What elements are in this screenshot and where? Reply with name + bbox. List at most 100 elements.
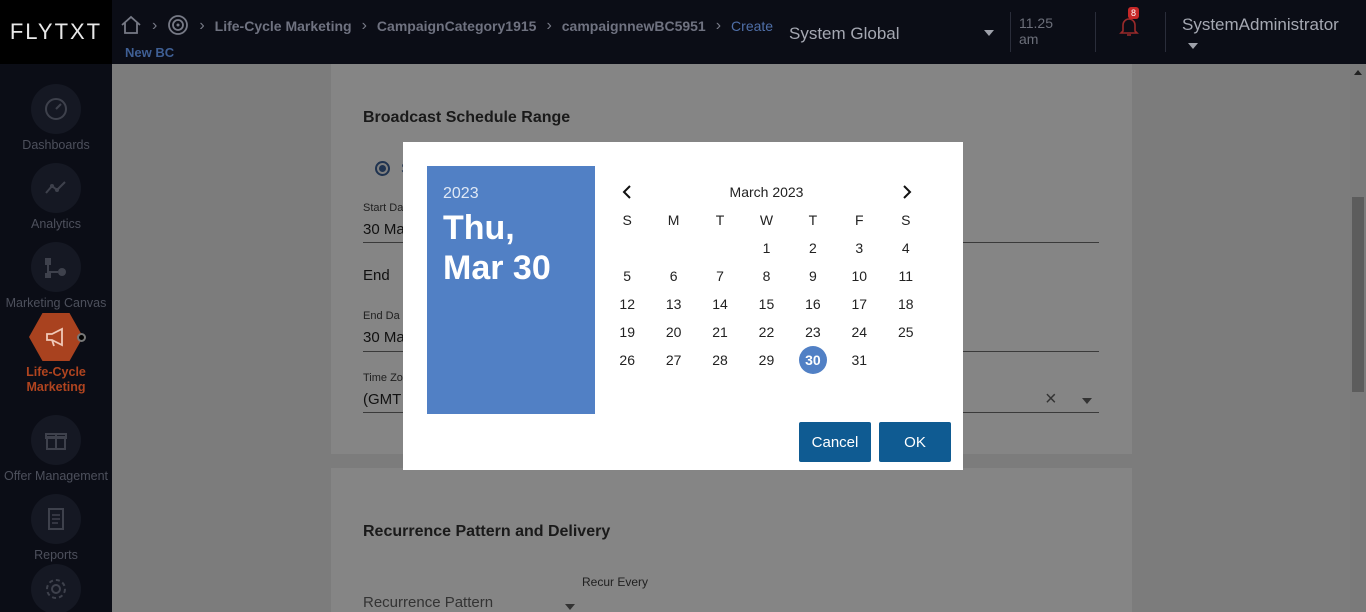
calendar-day-selected[interactable]: 30 — [790, 346, 836, 374]
sidebar-item-settings[interactable] — [0, 564, 112, 612]
calendar-day[interactable]: 16 — [790, 290, 836, 318]
calendar-day-label: 26 — [619, 352, 635, 368]
user-menu[interactable]: SystemAdministrator — [1182, 15, 1339, 35]
calendar-day[interactable]: 2 — [790, 234, 836, 262]
sidebar-item-analytics[interactable]: Analytics — [0, 163, 112, 231]
calendar-day-label: 17 — [851, 296, 868, 312]
calendar-day[interactable]: 20 — [650, 318, 696, 346]
chevron-left-icon[interactable] — [618, 182, 638, 202]
sidebar-item-label: Dashboards — [22, 138, 90, 152]
calendar-day[interactable]: 27 — [650, 346, 696, 374]
calendar-day[interactable]: 24 — [836, 318, 882, 346]
empty-day — [697, 234, 743, 262]
calendar-day[interactable]: 31 — [836, 346, 882, 374]
calendar-day[interactable]: 18 — [883, 290, 929, 318]
selected-year[interactable]: 2023 — [443, 185, 479, 203]
weekday-row: SMTWTFS — [604, 212, 929, 228]
sidebar-item-offer-management[interactable]: Offer Management — [0, 415, 112, 483]
canvas-icon — [31, 242, 81, 292]
sidebar-item-dashboards[interactable]: Dashboards — [0, 84, 112, 152]
calendar-day[interactable]: 3 — [836, 234, 882, 262]
selected-date: Thu, Mar 30 — [443, 208, 593, 288]
weekday-label: S — [622, 212, 632, 228]
calendar-day-label: 6 — [669, 268, 678, 284]
app-logo[interactable]: FLYTXT — [0, 0, 112, 64]
schedule-radio[interactable] — [375, 161, 390, 176]
cancel-button[interactable]: Cancel — [799, 422, 871, 462]
calendar-day[interactable]: 28 — [697, 346, 743, 374]
section-title: Recurrence Pattern and Delivery — [363, 523, 611, 540]
calendar-day[interactable]: 4 — [883, 234, 929, 262]
calendar-day-label: 15 — [758, 296, 775, 312]
scroll-up-icon[interactable] — [1354, 70, 1362, 75]
chevron-down-icon[interactable] — [1082, 398, 1092, 404]
clock-period: am — [1019, 31, 1039, 47]
calendar-day[interactable]: 7 — [697, 262, 743, 290]
org-selector[interactable]: System Global — [789, 24, 900, 44]
recurrence-pattern-select[interactable]: Recurrence Pattern — [363, 594, 493, 611]
calendar-day[interactable]: 5 — [604, 262, 650, 290]
weekday-label: F — [855, 212, 864, 228]
breadcrumb-item[interactable]: campaignnewBC5951 — [562, 18, 706, 34]
calendar-day[interactable]: 23 — [790, 318, 836, 346]
calendar-day-label: 24 — [851, 324, 868, 340]
sidebar-item-label: Analytics — [30, 217, 82, 231]
divider — [1010, 12, 1011, 52]
calendar-day-label: 19 — [619, 324, 635, 340]
sidebar-item-marketing-canvas[interactable]: Marketing Canvas — [0, 242, 112, 310]
end-date-label: End Da — [363, 310, 400, 322]
calendar-day-label: 18 — [897, 296, 914, 312]
calendar-day[interactable]: 26 — [604, 346, 650, 374]
scrollbar[interactable] — [1350, 64, 1366, 612]
selected-month-day: Mar 30 — [443, 249, 551, 287]
chevron-right-icon[interactable] — [896, 182, 916, 202]
calendar-day[interactable]: 25 — [883, 318, 929, 346]
calendar-day-label: 30 — [798, 346, 827, 374]
calendar-day-label: 29 — [758, 352, 775, 368]
calendar-day[interactable]: 19 — [604, 318, 650, 346]
calendar-day-label: 1 — [762, 240, 771, 256]
chevron-down-icon[interactable] — [565, 604, 575, 610]
breadcrumb-sub: New BC — [125, 45, 175, 60]
start-date-input[interactable]: 30 Ma — [363, 221, 405, 238]
calendar-day-label: 13 — [665, 296, 682, 312]
calendar-day[interactable]: 22 — [743, 318, 789, 346]
calendar-day-label: 7 — [716, 268, 724, 284]
close-icon[interactable]: × — [1045, 388, 1057, 411]
calendar-day[interactable]: 10 — [836, 262, 882, 290]
report-icon — [31, 494, 81, 544]
breadcrumb-item[interactable]: Life-Cycle Marketing — [215, 18, 352, 34]
calendar-day[interactable]: 11 — [883, 262, 929, 290]
sidebar-item-life-cycle-marketing[interactable]: Life-Cycle Marketing — [0, 313, 112, 395]
scroll-thumb[interactable] — [1352, 197, 1364, 392]
timezone-select[interactable]: (GMT — [363, 391, 401, 408]
calendar-day[interactable]: 12 — [604, 290, 650, 318]
calendar-day[interactable]: 21 — [697, 318, 743, 346]
calendar-day[interactable]: 9 — [790, 262, 836, 290]
home-icon[interactable] — [120, 15, 142, 38]
month-label: March 2023 — [729, 184, 804, 200]
breadcrumb-item[interactable]: CampaignCategory1915 — [377, 18, 537, 34]
top-bar: FLYTXT › › Life-Cycle Marketing › Campai… — [0, 0, 1366, 64]
calendar-day[interactable]: 29 — [743, 346, 789, 374]
chevron-down-icon[interactable] — [984, 30, 994, 36]
sidebar-item-reports[interactable]: Reports — [0, 494, 112, 562]
calendar-day[interactable]: 17 — [836, 290, 882, 318]
calendar-day-label: 3 — [855, 240, 864, 256]
chevron-down-icon[interactable] — [1188, 43, 1198, 49]
calendar-day-label: 28 — [712, 352, 728, 368]
target-icon[interactable] — [167, 14, 189, 39]
calendar-day-label: 31 — [851, 352, 868, 368]
calendar-day[interactable]: 8 — [743, 262, 789, 290]
calendar-day[interactable]: 6 — [650, 262, 696, 290]
calendar-day[interactable]: 13 — [650, 290, 696, 318]
calendar-day[interactable]: 1 — [743, 234, 789, 262]
sidebar: Dashboards Analytics Marketing Canvas Li… — [0, 64, 112, 612]
calendar-day[interactable]: 15 — [743, 290, 789, 318]
gear-icon — [31, 564, 81, 612]
notification-badge: 8 — [1128, 7, 1140, 19]
calendar-day-label: 5 — [623, 268, 632, 284]
ok-button[interactable]: OK — [879, 422, 951, 462]
calendar-day[interactable]: 14 — [697, 290, 743, 318]
end-date-input[interactable]: 30 Ma — [363, 329, 405, 346]
